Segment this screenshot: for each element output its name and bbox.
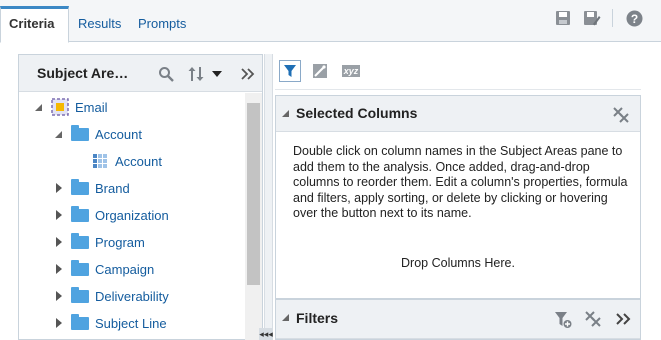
tree-label: Organization — [95, 207, 169, 223]
save-icon[interactable] — [553, 8, 573, 28]
collapsed-arrow-icon[interactable] — [53, 236, 65, 248]
xyz-icon[interactable]: xyz — [339, 60, 363, 82]
subject-areas-pane: Subject Are… Email Account Account Brand… — [18, 54, 263, 340]
search-icon[interactable] — [158, 64, 174, 84]
collapsed-arrow-icon[interactable] — [53, 209, 65, 221]
selected-columns-title: Selected Columns — [296, 105, 418, 121]
tree-item-campaign[interactable]: Campaign — [53, 258, 154, 280]
pane-splitter[interactable] — [264, 54, 273, 340]
tree-item-account-folder[interactable]: Account — [53, 123, 142, 145]
collapse-section-icon[interactable] — [282, 110, 292, 120]
expanded-arrow-icon[interactable] — [53, 128, 65, 140]
tree-label: Email — [75, 99, 108, 115]
collapsed-arrow-icon[interactable] — [53, 317, 65, 329]
toolbar-separator — [275, 89, 641, 90]
drop-columns-target[interactable]: Drop Columns Here. — [276, 256, 640, 270]
subject-areas-title: Subject Are… — [37, 65, 129, 81]
add-filter-icon[interactable] — [554, 311, 572, 329]
save-as-icon[interactable] — [582, 8, 602, 28]
folder-icon — [71, 259, 89, 276]
tab-criteria[interactable]: Criteria — [0, 6, 69, 43]
tree-label: Account — [115, 153, 162, 169]
tree-label: Account — [95, 126, 142, 142]
help-icon[interactable]: ? — [624, 8, 644, 28]
tree-item-account-table[interactable]: Account — [93, 150, 162, 172]
svg-text:?: ? — [630, 12, 637, 26]
folder-icon — [71, 232, 89, 249]
folder-icon — [71, 178, 89, 195]
selected-columns-header: Selected Columns — [276, 96, 640, 132]
more-options-icon[interactable] — [616, 313, 632, 325]
tab-results[interactable]: Results — [70, 6, 129, 43]
xyz-label: xyz — [341, 65, 361, 77]
folder-icon — [71, 205, 89, 222]
edit-formula-icon[interactable] — [309, 60, 331, 82]
selected-columns-instructions: Double click on column names in the Subj… — [293, 144, 628, 220]
tree-scrollbar[interactable] — [245, 93, 262, 340]
collapsed-arrow-icon[interactable] — [53, 182, 65, 194]
folder-icon — [71, 124, 89, 141]
selected-columns-panel: Selected Columns Double click on column … — [275, 95, 641, 299]
folder-icon — [71, 313, 89, 330]
toolbar-divider — [612, 9, 613, 27]
table-icon — [93, 154, 109, 168]
scrollbar-thumb[interactable] — [247, 103, 260, 285]
tree-label: Subject Line — [95, 315, 167, 331]
filters-title: Filters — [296, 310, 339, 326]
collapsed-arrow-icon[interactable] — [53, 290, 65, 302]
remove-all-columns-icon[interactable] — [613, 107, 629, 123]
tree-item-organization[interactable]: Organization — [53, 204, 169, 226]
collapse-pane-icon[interactable] — [241, 64, 255, 84]
collapse-section-icon[interactable] — [282, 314, 292, 324]
tab-bar: Criteria Results Prompts ? — [0, 0, 661, 43]
subject-area-icon — [51, 98, 69, 116]
tree-label: Brand — [95, 180, 130, 196]
dropdown-icon[interactable] — [212, 64, 222, 84]
tree-label: Program — [95, 234, 145, 250]
expanded-arrow-icon[interactable] — [33, 101, 45, 113]
tree-item-brand[interactable]: Brand — [53, 177, 130, 199]
filters-header: Filters — [276, 300, 640, 339]
collapsed-arrow-icon[interactable] — [53, 263, 65, 275]
sort-icon[interactable] — [187, 64, 205, 84]
tree-item-deliverability[interactable]: Deliverability — [53, 285, 169, 307]
tree-label: Deliverability — [95, 288, 169, 304]
tree-label: Campaign — [95, 261, 155, 277]
tree-item-email[interactable]: Email — [33, 96, 108, 118]
subject-area-tree: Email Account Account Brand Organization — [19, 93, 245, 340]
subject-areas-header: Subject Are… — [19, 55, 262, 92]
folder-icon — [71, 286, 89, 303]
remove-all-filters-icon[interactable] — [585, 311, 601, 327]
tree-item-subject-line[interactable]: Subject Line — [53, 312, 167, 334]
tree-item-program[interactable]: Program — [53, 231, 145, 253]
filters-panel: Filters — [275, 299, 641, 340]
filter-icon[interactable] — [279, 60, 301, 82]
collapse-splitter-button[interactable]: ◂◂◂ — [259, 328, 273, 340]
tab-prompts[interactable]: Prompts — [130, 6, 194, 43]
